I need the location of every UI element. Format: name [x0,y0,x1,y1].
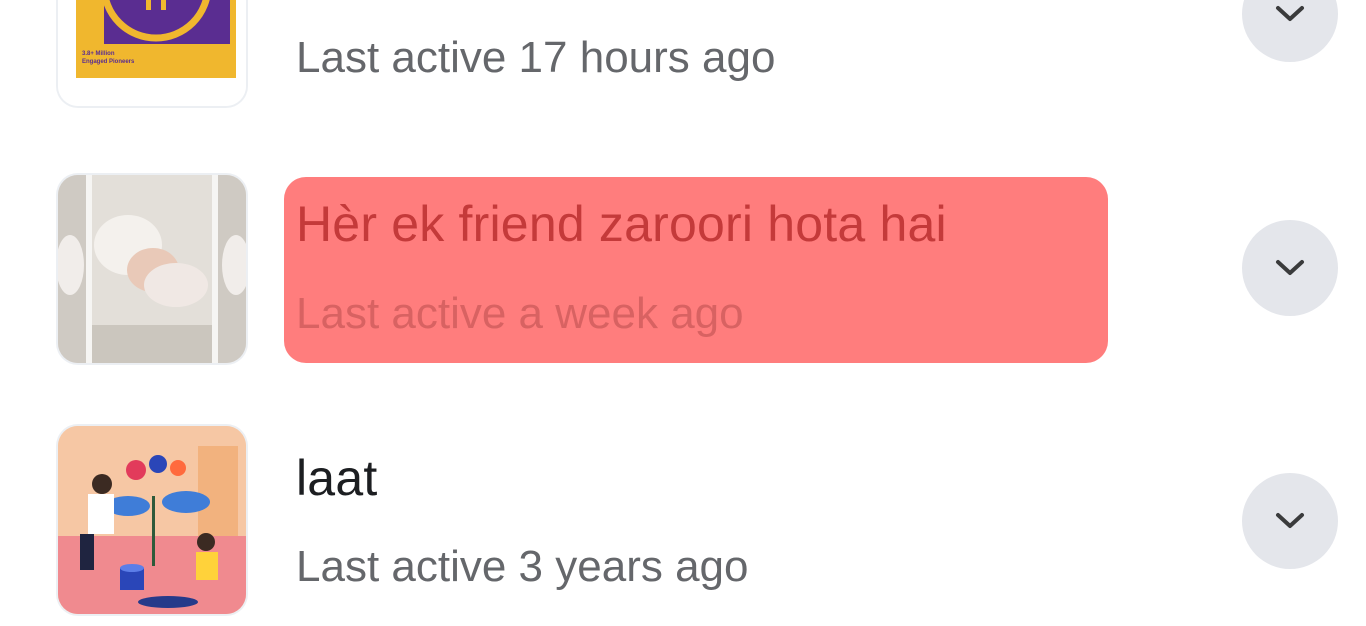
more-options-button[interactable] [1242,0,1338,62]
group-thumbnail[interactable] [58,175,246,363]
highlight-overlay[interactable]: Hèr ek friend zaroori hota hai Last acti… [284,177,1108,363]
group-row[interactable]: laat Last active 3 years ago [0,425,1366,615]
group-thumbnail[interactable]: 3.8+ Million Engaged Pioneers [58,0,246,106]
group-title[interactable]: Hèr ek friend zaroori hota hai [296,195,947,253]
chevron-down-icon [1276,513,1304,528]
group-last-active: Last active 17 hours ago [296,33,776,82]
more-options-button[interactable] [1242,220,1338,316]
group-last-active: Last active a week ago [296,289,744,338]
thumbnail-caption: 3.8+ Million Engaged Pioneers [82,51,135,65]
group-thumbnail[interactable] [58,426,246,614]
group-last-active: Last active 3 years ago [296,542,749,591]
chevron-down-icon [1276,6,1304,21]
gardening-illustration [58,426,246,614]
group-list: 3.8+ Million Engaged Pioneers Last activ… [0,0,1366,626]
chevron-down-icon [1276,260,1304,275]
group-title[interactable]: laat [296,449,377,507]
group-row[interactable]: 3.8+ Million Engaged Pioneers Last activ… [0,0,1366,108]
baby-photo [58,175,246,363]
more-options-button[interactable] [1242,473,1338,569]
